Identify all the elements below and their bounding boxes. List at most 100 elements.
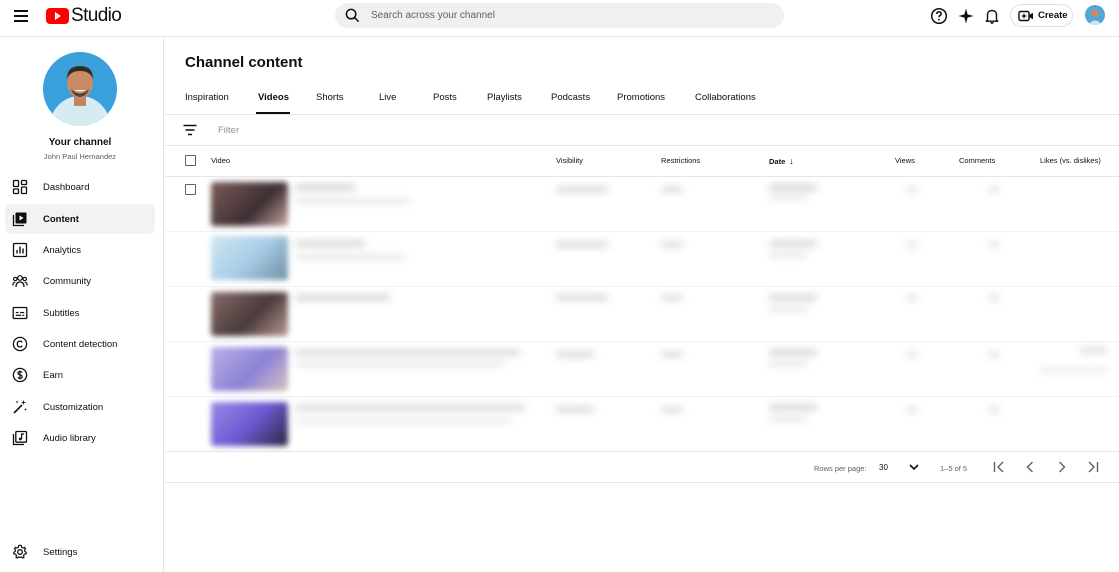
notifications-icon[interactable] [983,7,1001,25]
video-table [165,177,1119,451]
search-bar [335,3,784,28]
dashboard-icon [12,179,28,195]
tab-podcasts[interactable]: Podcasts [551,92,590,103]
sidebar-item-community[interactable]: Community [5,266,155,296]
column-date-label: Date [769,157,786,166]
sidebar-item-label: Earn [43,369,64,381]
audio-library-icon [12,430,28,446]
account-avatar[interactable] [1085,5,1105,25]
sidebar-item-label: Customization [43,401,104,413]
blurred-restrictions [661,295,683,300]
video-thumbnail[interactable] [211,347,288,391]
blurred-description [295,199,410,203]
sparkle-icon[interactable] [957,7,975,25]
search-icon[interactable] [345,8,360,23]
blurred-views [907,352,917,357]
youtube-play-icon [46,8,69,24]
blurred-date-status [769,362,807,366]
sidebar-item-subtitles[interactable]: Subtitles [5,298,155,328]
table-row[interactable] [165,287,1119,342]
blurred-views [907,407,917,412]
tab-playlists[interactable]: Playlists [487,92,522,103]
column-likes[interactable]: Likes (vs. dislikes) [1040,156,1101,165]
video-thumbnail[interactable] [211,236,288,280]
tab-inspiration[interactable]: Inspiration [185,92,229,103]
blurred-likes [1080,348,1108,353]
filter-icon[interactable] [183,124,197,136]
blurred-description [295,419,510,423]
dollar-icon [12,367,28,383]
video-thumbnail[interactable] [211,292,288,336]
tab-videos[interactable]: Videos [258,92,289,103]
menu-icon[interactable] [14,10,28,22]
tab-promotions[interactable]: Promotions [617,92,665,103]
blurred-comments [989,187,999,192]
filter-input[interactable] [218,121,518,139]
table-header: Video Visibility Restrictions Date ↓ View… [165,146,1119,177]
blurred-visibility [556,407,594,412]
tab-shorts[interactable]: Shorts [316,92,343,103]
copyright-icon [12,336,28,352]
page-range: 1–5 of 5 [940,464,968,473]
table-row[interactable] [165,342,1119,397]
tab-collaborations[interactable]: Collaborations [695,92,756,103]
blurred-restrictions [661,187,683,192]
sidebar-item-label: Content detection [43,338,118,350]
column-date[interactable]: Date ↓ [769,156,794,166]
sidebar-item-label: Dashboard [43,181,90,193]
blurred-visibility [556,295,608,300]
column-comments[interactable]: Comments [959,156,995,165]
sidebar-item-audio-library[interactable]: Audio library [5,423,155,453]
column-views[interactable]: Views [895,156,915,165]
top-bar: Studio Create [0,0,1119,37]
sidebar-item-dashboard[interactable]: Dashboard [5,172,155,202]
column-restrictions: Restrictions [661,156,701,165]
logo-text: Studio [71,5,122,26]
sidebar-item-label: Community [43,275,92,287]
tab-posts[interactable]: Posts [433,92,457,103]
video-thumbnail[interactable] [211,182,288,226]
blurred-title [295,241,365,246]
row-checkbox[interactable] [185,184,196,195]
channel-avatar[interactable] [43,52,117,126]
help-icon[interactable] [930,7,948,25]
column-video: Video [211,156,231,165]
video-thumbnail[interactable] [211,402,288,446]
previous-page-icon[interactable] [1023,460,1037,474]
pagination-bar: Rows per page: 30 1–5 of 5 [165,451,1119,483]
blurred-restrictions [661,352,683,357]
blurred-date-status [769,195,807,199]
blurred-title [295,295,390,300]
first-page-icon[interactable] [992,460,1006,474]
tab-live[interactable]: Live [379,92,396,103]
create-button[interactable]: Create [1010,4,1073,27]
blurred-date [769,295,817,300]
channel-name: John Paul Hernandez [43,152,117,161]
blurred-views [907,187,917,192]
create-label: Create [1038,10,1068,21]
blurred-title [295,350,520,355]
page-title: Channel content [185,54,303,71]
sort-descending-icon: ↓ [789,156,794,166]
sidebar-item-content[interactable]: Content [5,204,155,234]
table-row[interactable] [165,397,1119,451]
search-input[interactable] [371,3,771,28]
sidebar-item-customization[interactable]: Customization [5,392,155,422]
rows-per-page-value[interactable]: 30 [879,463,888,472]
sidebar-item-settings[interactable]: Settings [5,537,155,567]
table-row[interactable] [165,232,1119,287]
sidebar-item-analytics[interactable]: Analytics [5,235,155,265]
filter-bar [165,115,1119,146]
blurred-comments [989,352,999,357]
select-all-checkbox[interactable] [185,155,196,166]
sidebar-item-earn[interactable]: Earn [5,360,155,390]
sidebar-item-label: Analytics [43,244,82,256]
blurred-date-status [769,307,807,311]
blurred-restrictions [661,242,683,247]
studio-logo[interactable]: Studio [46,5,122,26]
sidebar-item-content-detection[interactable]: Content detection [5,329,155,359]
chevron-down-icon[interactable] [908,461,920,473]
next-page-icon[interactable] [1055,460,1069,474]
last-page-icon[interactable] [1086,460,1100,474]
table-row[interactable] [165,177,1119,232]
